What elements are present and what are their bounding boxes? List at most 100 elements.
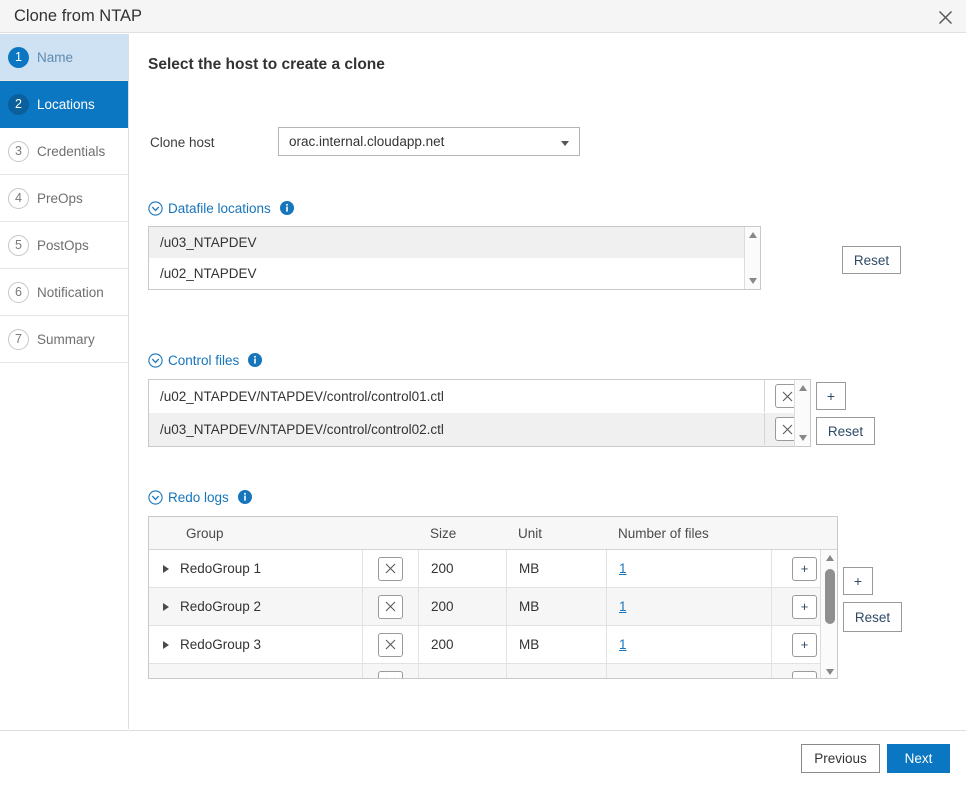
redo-row-add-button[interactable]: + — [792, 594, 817, 619]
redo-row-add-button[interactable]: + — [792, 670, 817, 678]
previous-button[interactable]: Previous — [801, 744, 880, 773]
datafile-list-scrollbar[interactable] — [744, 227, 760, 289]
scroll-down-icon[interactable] — [799, 435, 807, 441]
sidebar-item-postops[interactable]: 5 PostOps — [0, 222, 128, 269]
sidebar-item-label: Summary — [37, 331, 95, 347]
redo-logs-scrollbar[interactable] — [820, 550, 837, 678]
close-icon[interactable] — [378, 670, 403, 678]
scroll-thumb[interactable] — [824, 569, 835, 624]
redo-size-cell: 200 — [418, 626, 506, 663]
control-file-path: /u02_NTAPDEV/NTAPDEV/control/control01.c… — [160, 388, 444, 404]
redo-files-link[interactable]: 1 — [619, 599, 627, 614]
close-icon[interactable] — [378, 594, 403, 619]
triangle-right-icon[interactable] — [163, 602, 169, 611]
sidebar-item-label: PreOps — [37, 190, 83, 206]
list-item: /u03_NTAPDEV/NTAPDEV/control/control02.c… — [149, 413, 810, 446]
info-icon[interactable] — [237, 490, 252, 504]
circle-chevron-down-icon[interactable] — [148, 200, 163, 216]
redo-unit-cell — [506, 664, 606, 678]
redo-logs-table-header: Group Size Unit Number of files — [149, 517, 837, 550]
redo-files-cell: 1 — [606, 588, 771, 625]
sidebar-item-notification[interactable]: 6 Notification — [0, 269, 128, 316]
clone-wizard-dialog: Clone from NTAP 1 Name 2 Locations 3 Credenti… — [0, 0, 966, 795]
control-files-list: /u02_NTAPDEV/NTAPDEV/control/control01.c… — [148, 379, 811, 447]
step-number: 6 — [8, 281, 29, 303]
datafile-locations-header: Datafile locations — [148, 199, 294, 217]
scroll-up-icon[interactable] — [799, 385, 807, 391]
table-row: RedoGroup 1 200 MB 1 + — [149, 550, 837, 588]
sidebar-item-label: Locations — [37, 96, 95, 112]
redo-logs-header: Redo logs — [148, 488, 252, 506]
redo-files-link[interactable]: 1 — [619, 561, 627, 576]
control-files-add-button[interactable]: + — [816, 382, 846, 410]
redo-size-value: 200 — [431, 637, 454, 652]
redo-unit-cell: MB — [506, 588, 606, 625]
list-item[interactable]: /u02_NTAPDEV — [149, 258, 760, 289]
redo-logs-add-button[interactable]: + — [843, 567, 873, 595]
sidebar-item-summary[interactable]: 7 Summary — [0, 316, 128, 363]
sidebar-item-name[interactable]: 1 Name — [0, 34, 128, 81]
info-icon[interactable] — [279, 201, 294, 215]
redo-row-add-button[interactable]: + — [792, 556, 817, 581]
close-icon[interactable] — [378, 632, 403, 657]
redo-size-cell: 200 — [418, 550, 506, 587]
redo-logs-table-body: RedoGroup 1 200 MB 1 + RedoGroup 2 200 MB 1 + Redo… — [149, 550, 837, 678]
step-number: 4 — [8, 187, 29, 209]
redo-delete-cell — [362, 626, 418, 663]
close-icon[interactable] — [932, 5, 958, 29]
dialog-titlebar: Clone from NTAP — [0, 0, 966, 33]
column-header: Number of files — [618, 525, 709, 541]
scroll-up-icon[interactable] — [825, 555, 834, 561]
sidebar-item-locations[interactable]: 2 Locations — [0, 81, 128, 128]
redo-group-cell: RedoGroup 2 — [149, 588, 362, 625]
sidebar-item-label: Name — [37, 49, 74, 65]
control-files-scrollbar[interactable] — [794, 380, 810, 446]
redo-delete-cell — [362, 588, 418, 625]
table-row: + — [149, 664, 837, 678]
control-files-reset-button[interactable]: Reset — [816, 417, 875, 445]
clone-host-value: orac.internal.cloudapp.net — [289, 134, 445, 149]
column-header: Group — [186, 525, 224, 541]
sidebar-item-credentials[interactable]: 3 Credentials — [0, 128, 128, 175]
info-icon[interactable] — [248, 353, 263, 367]
redo-unit-cell: MB — [506, 626, 606, 663]
redo-logs-table: Group Size Unit Number of files RedoGroup 1… — [148, 516, 838, 679]
redo-unit-value: MB — [519, 637, 540, 652]
scroll-up-icon[interactable] — [749, 232, 757, 238]
column-header: Size — [430, 525, 457, 541]
circle-chevron-down-icon[interactable] — [148, 352, 163, 368]
sidebar-item-label: Credentials — [37, 143, 106, 159]
redo-size-cell: 200 — [418, 588, 506, 625]
redo-logs-title[interactable]: Redo logs — [168, 490, 229, 505]
triangle-right-icon[interactable] — [163, 640, 169, 649]
redo-group-cell: RedoGroup 3 — [149, 626, 362, 663]
next-button[interactable]: Next — [887, 744, 950, 773]
datafile-locations-title[interactable]: Datafile locations — [168, 201, 271, 216]
wizard-steps-sidebar: 1 Name 2 Locations 3 Credentials 4 PreOps 5 PostO… — [0, 34, 129, 729]
datafile-reset-button[interactable]: Reset — [842, 246, 901, 274]
sidebar-item-preops[interactable]: 4 PreOps — [0, 175, 128, 222]
table-row: RedoGroup 2 200 MB 1 + — [149, 588, 837, 626]
close-icon[interactable] — [378, 556, 403, 581]
control-file-path: /u03_NTAPDEV/NTAPDEV/control/control02.c… — [160, 421, 444, 437]
redo-group-name: RedoGroup 2 — [180, 599, 262, 614]
redo-group-name: RedoGroup 3 — [180, 637, 262, 652]
circle-chevron-down-icon[interactable] — [148, 489, 163, 505]
clone-host-select[interactable]: orac.internal.cloudapp.net — [278, 127, 580, 156]
triangle-right-icon[interactable] — [163, 564, 169, 573]
redo-row-add-button[interactable]: + — [792, 632, 817, 657]
control-files-title[interactable]: Control files — [168, 353, 239, 368]
scroll-down-icon[interactable] — [825, 669, 834, 675]
redo-size-value: 200 — [431, 599, 454, 614]
sidebar-item-label: PostOps — [37, 237, 89, 253]
redo-files-cell: 1 — [606, 550, 771, 587]
redo-files-link[interactable]: 1 — [619, 637, 627, 652]
redo-size-cell — [418, 664, 506, 678]
dialog-footer: Previous Next — [0, 730, 966, 795]
scroll-down-icon[interactable] — [749, 278, 757, 284]
redo-group-name: RedoGroup 1 — [180, 561, 262, 576]
list-item[interactable]: /u03_NTAPDEV — [149, 227, 760, 258]
redo-logs-reset-button[interactable]: Reset — [843, 602, 902, 632]
datafile-locations-list: /u03_NTAPDEV/u02_NTAPDEV — [148, 226, 761, 290]
redo-files-cell — [606, 664, 771, 678]
